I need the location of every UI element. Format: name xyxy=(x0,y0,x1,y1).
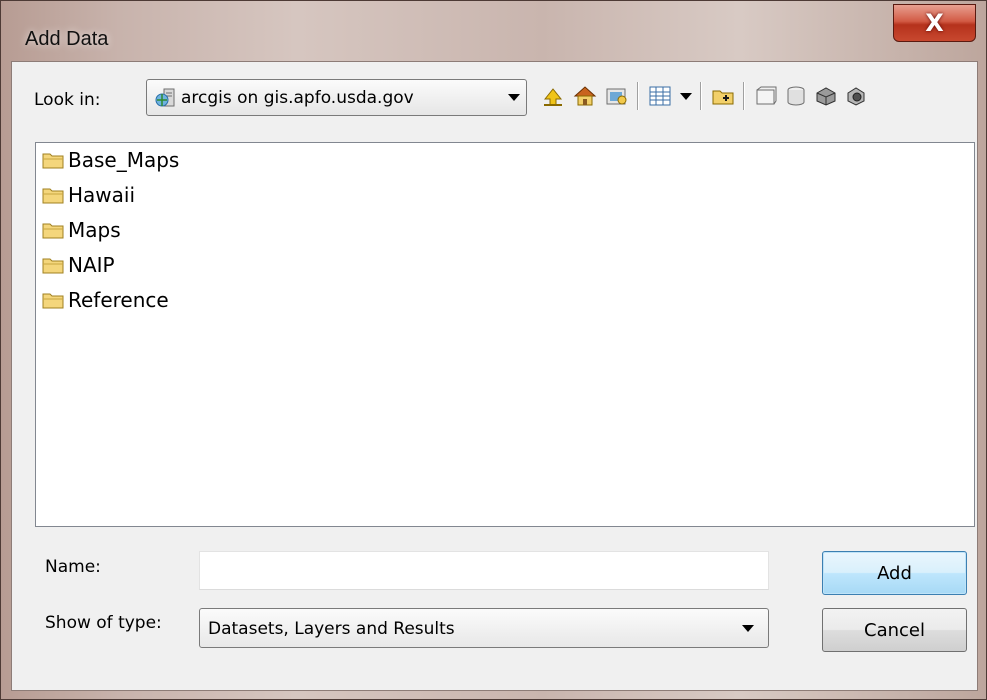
name-label: Name: xyxy=(45,557,101,577)
toolbox-button[interactable] xyxy=(812,81,840,111)
chevron-down-icon xyxy=(680,92,692,100)
add-button[interactable]: Add xyxy=(822,551,967,595)
home-icon xyxy=(573,86,597,106)
file-list[interactable]: Base_Maps Hawaii Maps NAIP Reference xyxy=(35,142,975,527)
home-button[interactable] xyxy=(571,81,599,111)
folder-icon xyxy=(42,293,64,309)
show-of-type-value: Datasets, Layers and Results xyxy=(208,619,455,639)
title-bar[interactable]: Add Data X xyxy=(1,1,986,61)
folder-icon xyxy=(42,153,64,169)
server-connection-icon xyxy=(155,88,175,107)
add-data-dialog: Add Data X Look in: arcgis on gis.apfo.u… xyxy=(0,0,987,700)
list-item-label: NAIP xyxy=(68,253,115,277)
new-folder-button[interactable] xyxy=(709,81,737,111)
look-in-label: Look in: xyxy=(34,90,101,110)
up-one-level-button[interactable] xyxy=(539,81,567,111)
name-input[interactable] xyxy=(199,551,769,590)
list-item[interactable]: Hawaii xyxy=(42,180,135,210)
list-item[interactable]: NAIP xyxy=(42,250,115,280)
folder-icon xyxy=(42,258,64,274)
dialog-body: Look in: arcgis on gis.apfo.usda.gov Bas… xyxy=(11,61,978,691)
folder-icon xyxy=(42,188,64,204)
close-icon: X xyxy=(925,9,944,37)
up-one-level-icon xyxy=(543,88,563,106)
database-button[interactable] xyxy=(782,81,810,111)
chevron-down-icon xyxy=(508,94,520,101)
look-in-value: arcgis on gis.apfo.usda.gov xyxy=(181,88,414,108)
toolbar-separator xyxy=(700,82,702,110)
tool-icon xyxy=(847,87,865,106)
folder-icon xyxy=(42,223,64,239)
tool-button[interactable] xyxy=(842,81,870,111)
toolbar-separator xyxy=(637,82,639,110)
views-button[interactable] xyxy=(646,81,694,111)
catalog-icon xyxy=(756,86,777,105)
look-in-dropdown[interactable]: arcgis on gis.apfo.usda.gov xyxy=(146,79,527,116)
connect-to-folder-button[interactable] xyxy=(603,81,631,111)
toolbox-icon xyxy=(816,87,836,106)
database-icon xyxy=(787,86,805,106)
list-item[interactable]: Reference xyxy=(42,285,169,315)
list-item-label: Reference xyxy=(68,288,169,312)
cancel-button[interactable]: Cancel xyxy=(822,608,967,652)
views-icon xyxy=(649,86,671,106)
show-of-type-label: Show of type: xyxy=(45,613,162,633)
chevron-down-icon xyxy=(742,625,754,632)
show-of-type-dropdown[interactable]: Datasets, Layers and Results xyxy=(199,608,769,648)
list-item[interactable]: Maps xyxy=(42,215,121,245)
catalog-button[interactable] xyxy=(752,81,780,111)
list-item-label: Maps xyxy=(68,218,121,242)
toolbar-separator xyxy=(743,82,745,110)
list-item-label: Base_Maps xyxy=(68,148,180,172)
new-folder-icon xyxy=(712,90,734,105)
dialog-title: Add Data xyxy=(25,28,109,50)
close-button[interactable]: X xyxy=(893,4,976,42)
list-item-label: Hawaii xyxy=(68,183,136,207)
connect-to-folder-icon xyxy=(606,88,627,105)
list-item[interactable]: Base_Maps xyxy=(42,145,179,175)
